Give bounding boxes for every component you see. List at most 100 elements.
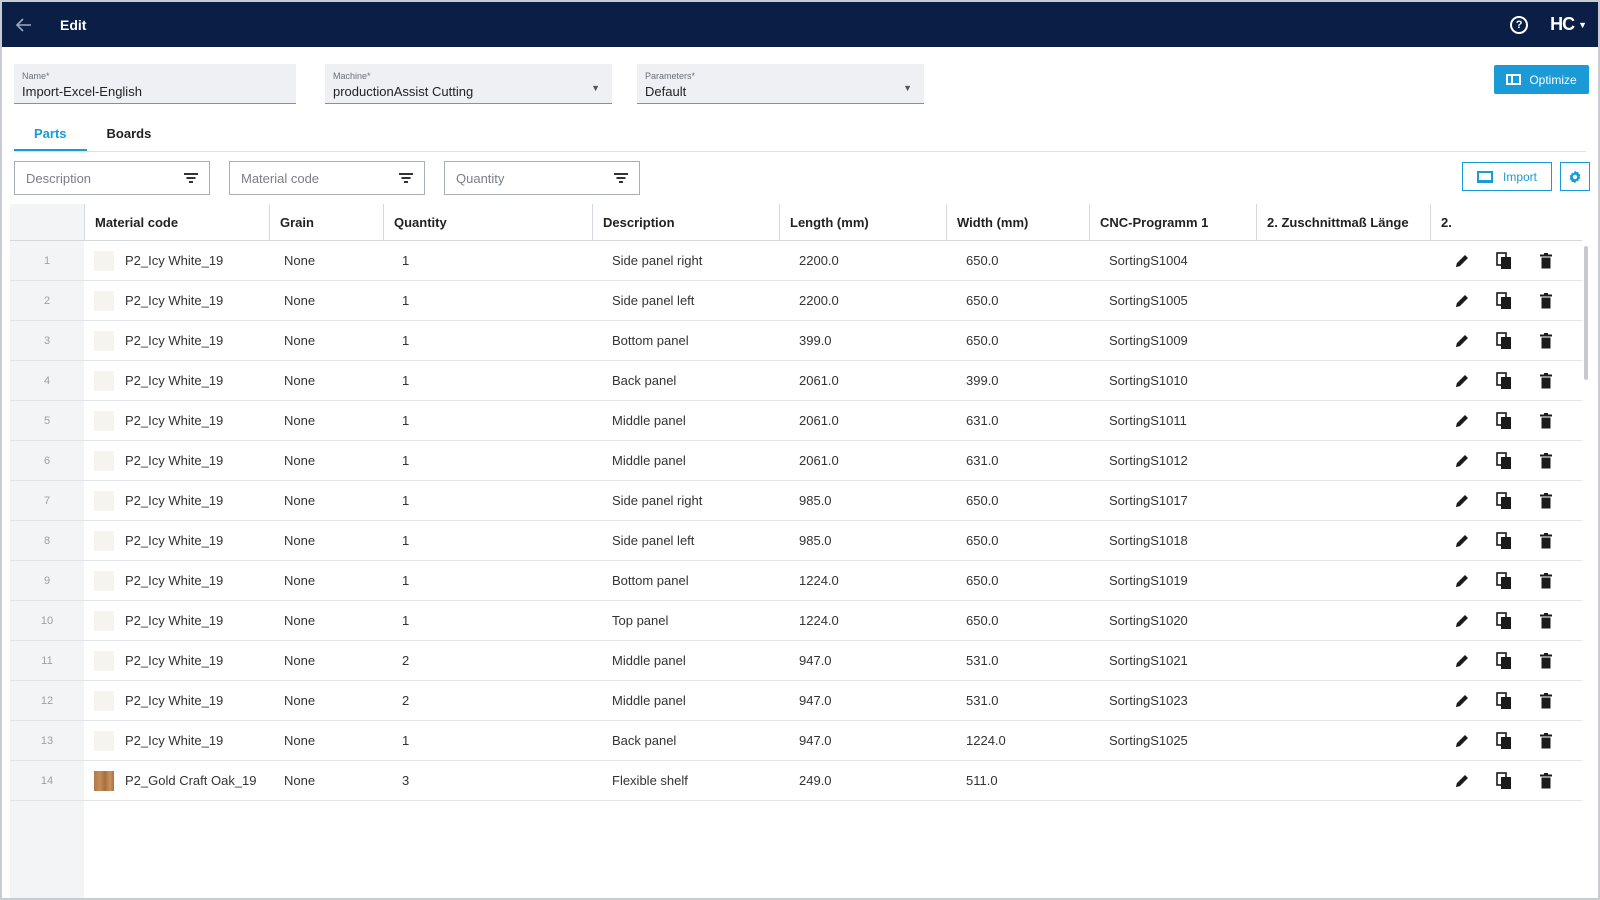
edit-row-button[interactable]	[1452, 251, 1472, 271]
table-row[interactable]: 12 P2_Icy White_19 None 2 Middle panel 947.0 5…	[10, 681, 1582, 721]
copy-row-button[interactable]	[1494, 651, 1514, 671]
import-button[interactable]: Import	[1462, 162, 1552, 191]
back-button[interactable]	[2, 2, 46, 47]
copy-row-button[interactable]	[1494, 571, 1514, 591]
column-header-cnc-programm-1[interactable]: CNC-Programm 1	[1089, 204, 1208, 241]
table-row[interactable]: 6 P2_Icy White_19 None 1 Middle panel 2061.0 6…	[10, 441, 1582, 481]
trash-icon	[1540, 493, 1552, 509]
edit-row-button[interactable]	[1452, 611, 1472, 631]
edit-row-button[interactable]	[1452, 771, 1472, 791]
edit-row-button[interactable]	[1452, 411, 1472, 431]
help-circle-icon[interactable]: ?	[1510, 15, 1529, 34]
column-header-second-cut-length[interactable]: 2. Zuschnittmaß Länge	[1256, 204, 1409, 241]
description-cell: Side panel right	[612, 493, 703, 508]
delete-row-button[interactable]	[1536, 451, 1556, 471]
edit-row-button[interactable]	[1452, 571, 1472, 591]
copy-row-button[interactable]	[1494, 491, 1514, 511]
edit-row-button[interactable]	[1452, 371, 1472, 391]
edit-row-button[interactable]	[1452, 491, 1472, 511]
copy-row-button[interactable]	[1494, 411, 1514, 431]
table-row[interactable]: 8 P2_Icy White_19 None 1 Side panel left 985.…	[10, 521, 1582, 561]
tab-parts[interactable]: Parts	[14, 119, 87, 151]
quantity-cell: 3	[402, 773, 410, 788]
settings-button[interactable]	[1560, 162, 1590, 191]
edit-row-button[interactable]	[1452, 691, 1472, 711]
delete-row-button[interactable]	[1536, 771, 1556, 791]
delete-row-button[interactable]	[1536, 611, 1556, 631]
name-field[interactable]: Name* Import-Excel-English	[14, 64, 296, 104]
column-header-more[interactable]: 2.	[1430, 204, 1452, 241]
copy-row-button[interactable]	[1494, 251, 1514, 271]
copy-row-button[interactable]	[1494, 731, 1514, 751]
description-filter[interactable]: Description	[14, 161, 210, 195]
copy-row-button[interactable]	[1494, 331, 1514, 351]
table-scrollbar[interactable]	[1584, 246, 1588, 380]
width-cell: 1224.0	[966, 733, 1006, 748]
quantity-filter-placeholder: Quantity	[456, 170, 505, 186]
delete-row-button[interactable]	[1536, 531, 1556, 551]
edit-row-button[interactable]	[1452, 291, 1472, 311]
edit-row-button[interactable]	[1452, 731, 1472, 751]
material-code-filter[interactable]: Material code	[229, 161, 425, 195]
delete-row-button[interactable]	[1536, 251, 1556, 271]
name-field-value[interactable]: Import-Excel-English	[22, 84, 288, 99]
column-header-length[interactable]: Length (mm)	[779, 204, 869, 241]
filter-icon[interactable]	[184, 173, 198, 183]
copy-row-button[interactable]	[1494, 371, 1514, 391]
column-header-grain[interactable]: Grain	[269, 204, 314, 241]
table-row[interactable]: 7 P2_Icy White_19 None 1 Side panel right 985…	[10, 481, 1582, 521]
table-row[interactable]: 10 P2_Icy White_19 None 1 Top panel 1224.0 650…	[10, 601, 1582, 641]
edit-row-button[interactable]	[1452, 531, 1472, 551]
table-row[interactable]: 2 P2_Icy White_19 None 1 Side panel left 2200…	[10, 281, 1582, 321]
delete-row-button[interactable]	[1536, 651, 1556, 671]
copy-row-button[interactable]	[1494, 291, 1514, 311]
edit-row-button[interactable]	[1452, 331, 1472, 351]
table-row[interactable]: 9 P2_Icy White_19 None 1 Bottom panel 1224.0 6…	[10, 561, 1582, 601]
tab-boards[interactable]: Boards	[87, 119, 172, 151]
trash-icon	[1540, 533, 1552, 549]
table-row[interactable]: 1 P2_Icy White_19 None 1 Side panel right 220…	[10, 241, 1582, 281]
filter-icon[interactable]	[399, 173, 413, 183]
copy-row-button[interactable]	[1494, 691, 1514, 711]
optimize-button[interactable]: Optimize	[1494, 65, 1589, 94]
column-header-description[interactable]: Description	[592, 204, 675, 241]
table-row[interactable]: 4 P2_Icy White_19 None 1 Back panel 2061.0 399…	[10, 361, 1582, 401]
quantity-cell: 1	[402, 253, 410, 268]
grain-cell: None	[284, 253, 316, 268]
machine-select-label: Machine*	[333, 71, 371, 81]
edit-row-button[interactable]	[1452, 651, 1472, 671]
filter-icon[interactable]	[614, 173, 628, 183]
delete-row-button[interactable]	[1536, 571, 1556, 591]
table-row[interactable]: 3 P2_Icy White_19 None 1 Bottom panel 399.0 65…	[10, 321, 1582, 361]
delete-row-button[interactable]	[1536, 731, 1556, 751]
copy-row-button[interactable]	[1494, 771, 1514, 791]
table-row[interactable]: 14 P2_Gold Craft Oak_19 None 3 Flexible shel…	[10, 761, 1582, 801]
table-row[interactable]: 13 P2_Icy White_19 None 1 Back panel 947.0 122…	[10, 721, 1582, 761]
delete-row-button[interactable]	[1536, 291, 1556, 311]
account-menu[interactable]: HC ▼	[1550, 14, 1587, 35]
pencil-icon	[1456, 415, 1468, 427]
length-cell: 2061.0	[799, 453, 839, 468]
delete-row-button[interactable]	[1536, 371, 1556, 391]
cnc-programm-cell: SortingS1010	[1109, 373, 1188, 388]
delete-row-button[interactable]	[1536, 331, 1556, 351]
edit-row-button[interactable]	[1452, 451, 1472, 471]
column-header-material-code[interactable]: Material code	[84, 204, 178, 241]
quantity-filter[interactable]: Quantity	[444, 161, 640, 195]
table-row[interactable]: 5 P2_Icy White_19 None 1 Middle panel 2061.0 6…	[10, 401, 1582, 441]
copy-row-button[interactable]	[1494, 531, 1514, 551]
cnc-programm-cell: SortingS1011	[1109, 413, 1187, 428]
machine-select[interactable]: Machine* productionAssist Cutting ▼	[325, 64, 612, 104]
delete-row-button[interactable]	[1536, 491, 1556, 511]
delete-row-button[interactable]	[1536, 411, 1556, 431]
parameters-select[interactable]: Parameters* Default ▼	[637, 64, 924, 104]
tabs-divider	[14, 151, 1586, 152]
column-header-quantity[interactable]: Quantity	[383, 204, 447, 241]
copy-row-button[interactable]	[1494, 451, 1514, 471]
copy-row-button[interactable]	[1494, 611, 1514, 631]
table-row[interactable]: 11 P2_Icy White_19 None 2 Middle panel 947.0 5…	[10, 641, 1582, 681]
column-header-width[interactable]: Width (mm)	[946, 204, 1028, 241]
delete-row-button[interactable]	[1536, 691, 1556, 711]
material-code-filter-placeholder: Material code	[241, 170, 320, 186]
cnc-programm-cell: SortingS1020	[1109, 613, 1188, 628]
